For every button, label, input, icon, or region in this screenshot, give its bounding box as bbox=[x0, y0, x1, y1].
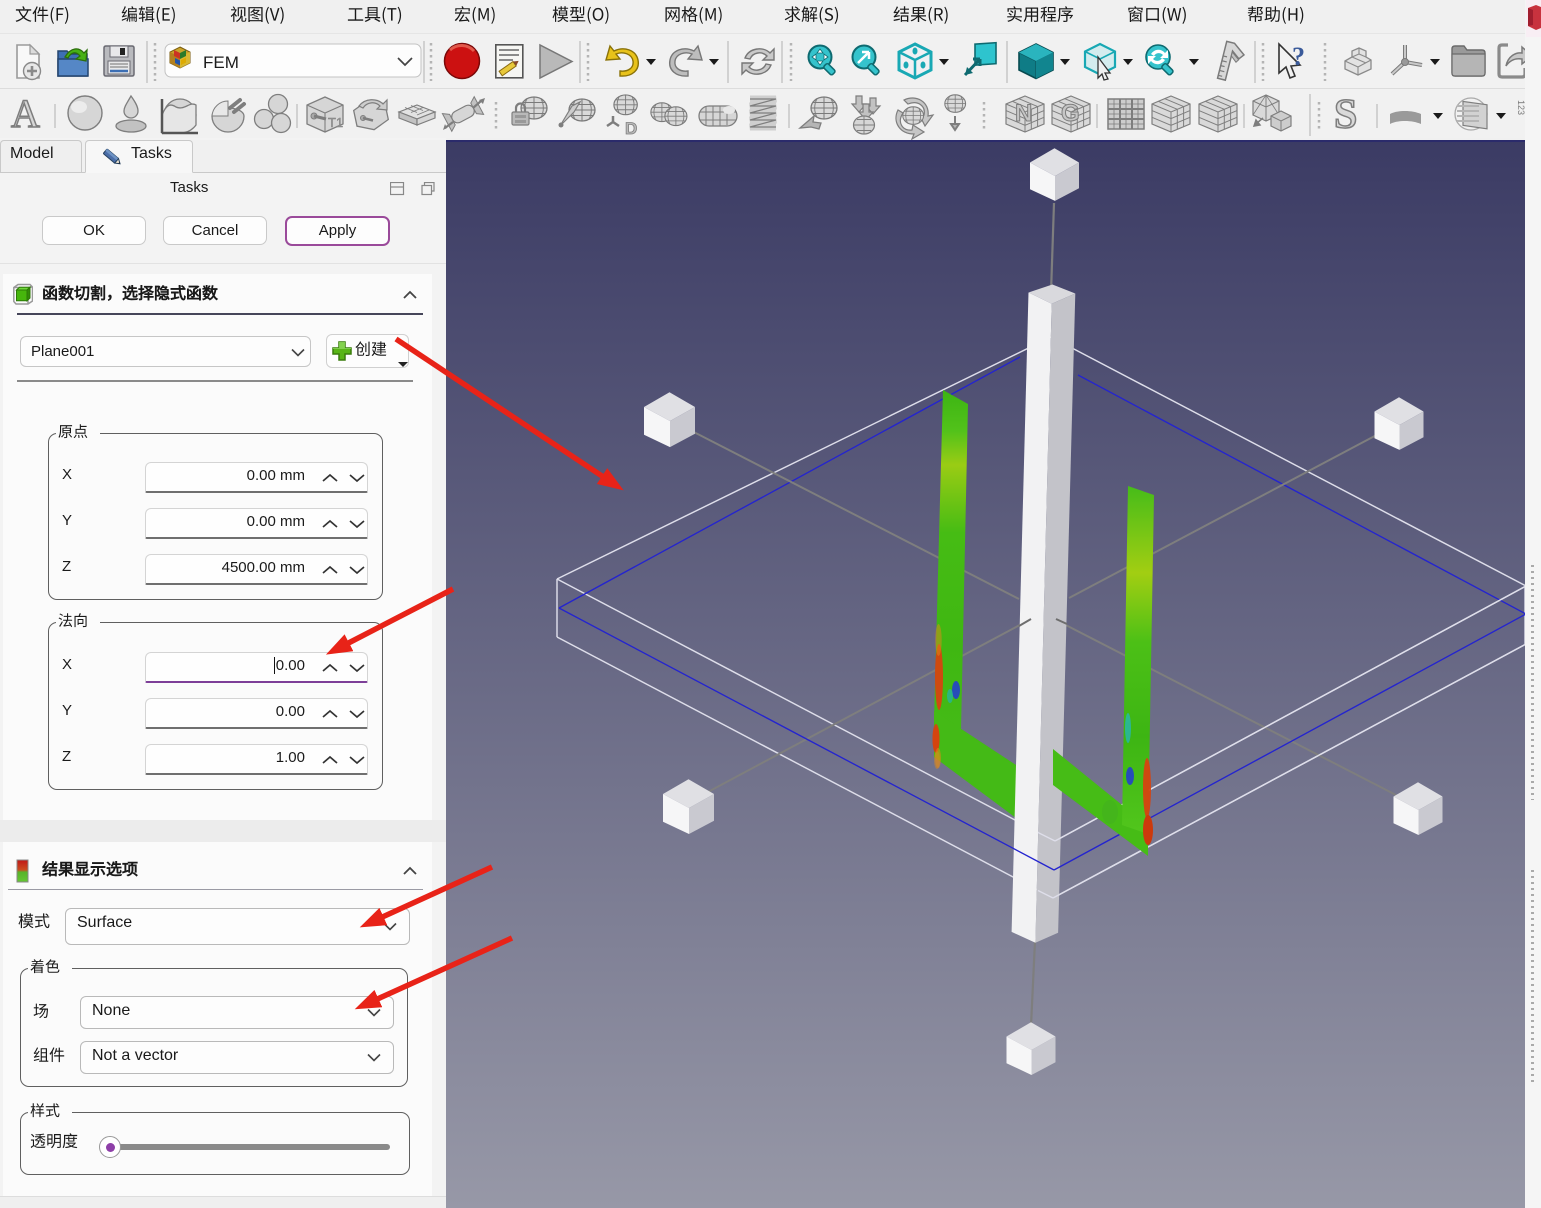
svg-text:G: G bbox=[1061, 100, 1080, 127]
svg-text:S: S bbox=[1334, 92, 1357, 138]
svg-text:FEM: FEM bbox=[203, 53, 239, 72]
svg-text:?: ? bbox=[1292, 42, 1305, 71]
svg-text:D: D bbox=[625, 119, 637, 138]
svg-text:T1: T1 bbox=[328, 115, 343, 130]
svg-text:N: N bbox=[1015, 100, 1032, 127]
svg-text:A: A bbox=[11, 91, 40, 136]
